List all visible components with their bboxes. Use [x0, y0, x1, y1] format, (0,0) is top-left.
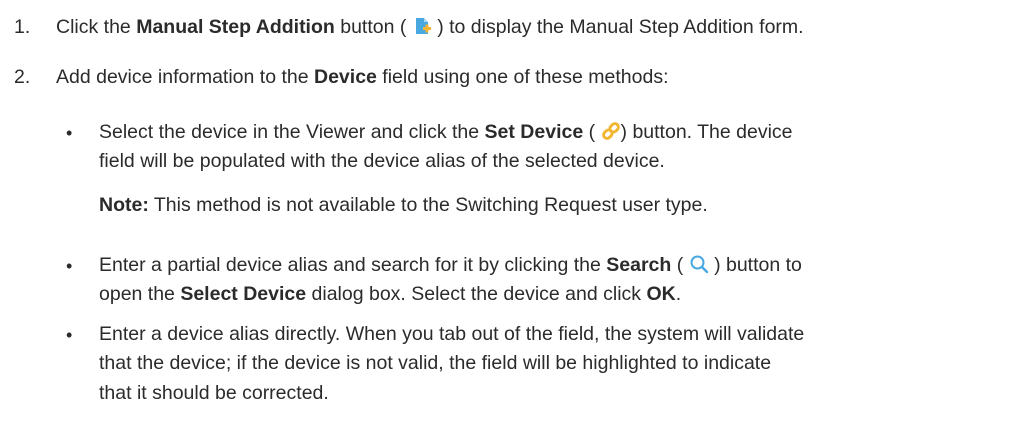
- set-device-label: Set Device: [484, 121, 584, 143]
- select-device-label: Select Device: [180, 283, 307, 306]
- step-2-text: Add device information to the Device fie…: [56, 66, 669, 88]
- device-label: Device: [314, 66, 377, 88]
- manual-step-addition-label: Manual Step Addition: [136, 16, 335, 38]
- document-page: 1. Click the Manual Step Addition button…: [0, 0, 1028, 433]
- bullet: •: [66, 123, 73, 143]
- add-document-icon: [412, 16, 432, 36]
- note-label: Note:: [99, 194, 149, 216]
- search-label: Search: [606, 254, 672, 276]
- step-1-text: Click the Manual Step Addition button ( …: [56, 16, 804, 38]
- bullet: •: [66, 325, 73, 345]
- step-number: 1.: [14, 16, 31, 38]
- method-search: Enter a partial device alias and search …: [99, 254, 802, 306]
- ok-label: OK: [646, 283, 676, 306]
- search-icon: [689, 254, 709, 274]
- link-icon: [601, 121, 621, 141]
- note: Note: This method is not available to th…: [99, 194, 708, 216]
- bullet: •: [66, 256, 73, 276]
- method-set-device: Select the device in the Viewer and clic…: [99, 121, 793, 173]
- method-direct-entry: Enter a device alias directly. When you …: [99, 323, 805, 404]
- step-number: 2.: [14, 66, 31, 88]
